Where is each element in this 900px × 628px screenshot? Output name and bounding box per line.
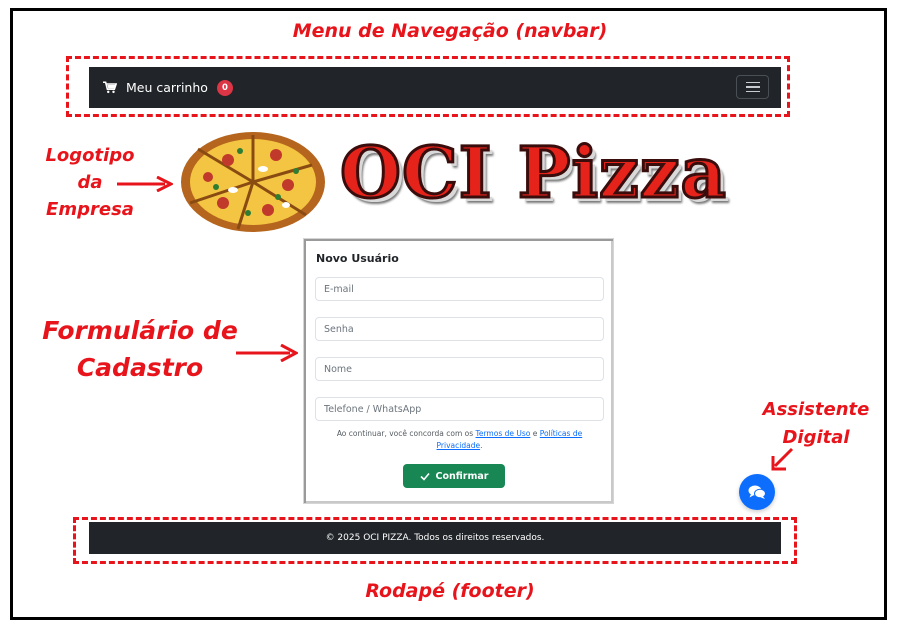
annotation-logo-arrow (117, 176, 173, 192)
cart-count-badge: 0 (216, 79, 233, 96)
annotation-assistant-arrow (771, 447, 794, 471)
chat-bubbles-icon (748, 485, 766, 499)
footer: © 2025 OCI PIZZA. Todos os direitos rese… (89, 522, 781, 554)
annotation-footer-label: Rodapé (footer) (365, 580, 535, 602)
terms-notice: Ao continuar, você concorda com os Termo… (336, 429, 583, 450)
annotation-form-arrow (236, 344, 298, 362)
cart-label: Meu carrinho (126, 80, 208, 95)
logo-wordmark: OCI Pizza (339, 131, 728, 214)
annotation-assistant-label: Assistente Digital (762, 399, 870, 448)
form-title: Novo Usuário (316, 252, 399, 265)
annotation-navbar-label: Menu de Navegação (navbar) (292, 20, 608, 42)
check-icon (419, 472, 430, 481)
footer-copyright: © 2025 OCI PIZZA. Todos os direitos rese… (325, 533, 545, 543)
shopping-cart-icon (103, 81, 117, 94)
hamburger-menu-icon (745, 81, 760, 84)
confirm-button[interactable]: Confirmar (403, 464, 505, 488)
annotation-form-label: Formulário de Cadastro (42, 316, 238, 382)
confirm-label: Confirmar (435, 470, 489, 482)
phone-field[interactable] (315, 397, 604, 421)
name-field[interactable] (315, 357, 604, 381)
navbar-toggler-button[interactable] (736, 75, 769, 99)
pizza-logo-image (181, 132, 325, 232)
navbar: Meu carrinho 0 (89, 67, 781, 108)
chat-assistant-button[interactable] (739, 474, 775, 510)
email-field[interactable] (315, 277, 604, 301)
registration-form-card: Novo Usuário Ao continuar, você concorda… (303, 238, 614, 504)
password-field[interactable] (315, 317, 604, 341)
terms-of-use-link[interactable]: Termos de Uso (476, 429, 531, 438)
cart-link[interactable]: Meu carrinho 0 (103, 79, 233, 96)
